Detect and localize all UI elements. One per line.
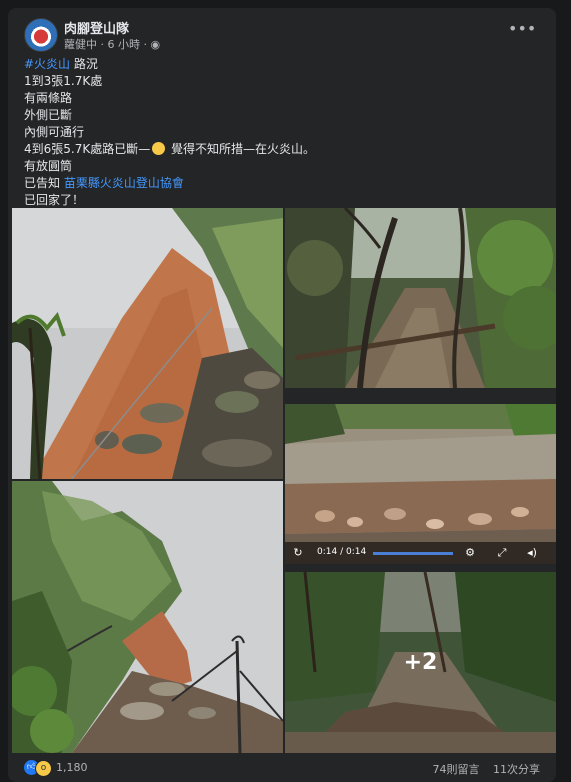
post-line: 4到6張5.7K處路已斷— 覺得不知所措—在火炎山。 <box>24 142 316 156</box>
photo-grid: ↻ 0:14 / 0:14 ⚙ ⤢ ◂) +2 <box>12 208 556 753</box>
post-line: 有兩條路 <box>24 91 73 105</box>
photo-forest-road[interactable]: +2 <box>285 572 556 753</box>
wow-reaction-icon: o <box>35 760 52 777</box>
fullscreen-icon[interactable]: ⤢ <box>495 546 509 560</box>
video-washed-road[interactable]: ↻ 0:14 / 0:14 ⚙ ⤢ ◂) <box>285 404 556 564</box>
shares-count[interactable]: 11次分享 <box>493 763 540 776</box>
video-controls: ↻ 0:14 / 0:14 ⚙ ⤢ ◂) <box>285 542 556 564</box>
post-line: 外側已斷 <box>24 108 73 122</box>
post-line: 已告知 苗栗縣火炎山登山協會 <box>24 176 184 190</box>
hashtag-link[interactable]: #火炎山 <box>24 57 70 71</box>
page-avatar[interactable] <box>24 18 58 52</box>
photo-forest-trail[interactable] <box>285 208 556 388</box>
more-options-icon[interactable]: ••• <box>508 21 536 42</box>
post-line: 已回家了！ <box>24 193 85 207</box>
photo-cliff-landslide[interactable] <box>12 208 283 479</box>
association-link[interactable]: 苗栗縣火炎山登山協會 <box>64 176 184 190</box>
post-header: 肉腳登山隊 蘿健中 · 6 小時 · ◉ ••• <box>24 18 540 58</box>
post-meta-text: 蘿健中 · 6 小時 · <box>64 38 151 51</box>
confused-emoji-icon <box>152 142 166 155</box>
globe-icon: ◉ <box>150 38 161 51</box>
post-line: #火炎山 路況 <box>24 57 98 71</box>
post-line: 內側可通行 <box>24 125 85 139</box>
post-footer: 👍︎ o 1,180 74則留言 11次分享 <box>24 760 540 778</box>
replay-icon[interactable]: ↻ <box>291 546 305 560</box>
volume-icon[interactable]: ◂) <box>525 546 539 560</box>
photo-foggy-cliff[interactable] <box>12 481 283 753</box>
video-time: 0:14 / 0:14 <box>317 547 367 557</box>
post-line: 1到3張1.7K處 <box>24 74 103 88</box>
post-card: 肉腳登山隊 蘿健中 · 6 小時 · ◉ ••• #火炎山 路況 1到3張1.7… <box>8 8 556 782</box>
post-line: 有放圓筒 <box>24 159 73 173</box>
more-photos-overlay[interactable]: +2 <box>285 572 556 753</box>
comments-count[interactable]: 74則留言 <box>433 763 480 776</box>
page-name[interactable]: 肉腳登山隊 <box>64 18 129 37</box>
video-progress-bar[interactable] <box>373 552 453 555</box>
post-text: #火炎山 路況 1到3張1.7K處 有兩條路 外側已斷 內側可通行 4到6張5.… <box>24 56 540 209</box>
settings-gear-icon[interactable]: ⚙ <box>463 546 477 560</box>
post-stats: 74則留言 11次分享 <box>423 761 541 777</box>
post-meta: 蘿健中 · 6 小時 · ◉ <box>64 36 160 52</box>
reaction-count: 1,180 <box>56 761 88 774</box>
